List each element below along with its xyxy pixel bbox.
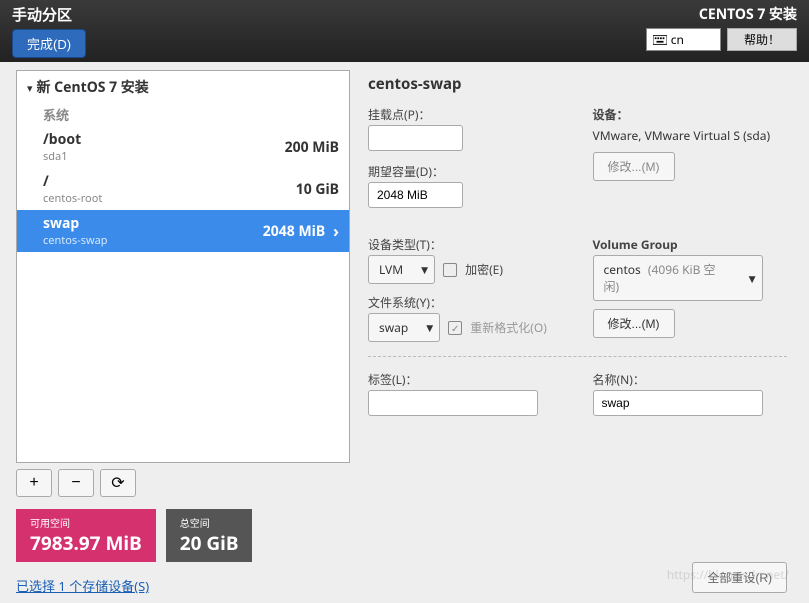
- language-code: cn: [671, 31, 684, 48]
- partition-name: /: [43, 172, 296, 191]
- tree-section-system: 系统: [17, 103, 349, 126]
- mount-point-input[interactable]: [368, 125, 463, 151]
- language-selector[interactable]: cn: [646, 28, 721, 51]
- chevron-down-icon: ▼: [421, 263, 428, 276]
- mount-point-label: 挂载点(P)：: [368, 106, 563, 123]
- tag-group: 标签(L)：: [368, 371, 563, 416]
- reformat-label: 重新格式化(O): [470, 319, 547, 336]
- partition-info: / centos-root: [43, 172, 296, 206]
- right-panel: centos-swap 挂载点(P)： 期望容量(D)： 设备： VMware,…: [358, 62, 809, 603]
- done-button[interactable]: 完成(D): [12, 29, 86, 58]
- partition-row-swap[interactable]: swap centos-swap 2048 MiB ›: [17, 210, 349, 252]
- header-left: 手动分区 完成(D): [12, 4, 86, 62]
- tag-label: 标签(L)：: [368, 371, 563, 388]
- filesystem-label: 文件系统(Y)：: [368, 294, 563, 311]
- space-summary: 可用空间 7983.97 MiB 总空间 20 GiB: [16, 509, 350, 562]
- header-right: CENTOS 7 安装 cn 帮助！: [646, 4, 797, 62]
- storage-devices-link[interactable]: 已选择 1 个存储设备(S): [16, 576, 350, 595]
- name-input[interactable]: [593, 390, 763, 416]
- header-controls: cn 帮助！: [646, 28, 797, 51]
- partition-name: swap: [43, 214, 263, 233]
- name-group: 名称(N)：: [593, 371, 788, 416]
- encrypt-checkbox[interactable]: [443, 263, 457, 277]
- partition-name: /boot: [43, 130, 285, 149]
- partition-size: 10 GiB: [296, 180, 339, 199]
- total-space-label: 总空间: [180, 515, 239, 530]
- devtype-group: 设备类型(T)： LVM ▼ 加密(E) 文件系统(Y)： swap ▼: [368, 236, 563, 342]
- volume-group-group: Volume Group centos (4096 KiB 空闲) ▼ 修改..…: [593, 236, 788, 342]
- keyboard-icon: [653, 35, 667, 45]
- tag-input[interactable]: [368, 390, 538, 416]
- devtype-value: LVM: [379, 261, 403, 278]
- reload-partition-button[interactable]: ⟳: [100, 469, 136, 497]
- device-group: 设备： VMware, VMware Virtual S (sda) 修改...…: [593, 106, 788, 208]
- reformat-checkbox[interactable]: [448, 321, 462, 335]
- installer-title: CENTOS 7 安装: [699, 4, 797, 24]
- available-space-value: 7983.97 MiB: [30, 530, 142, 556]
- remove-partition-button[interactable]: −: [58, 469, 94, 497]
- mount-point-group: 挂载点(P)： 期望容量(D)：: [368, 106, 563, 208]
- partition-size: 2048 MiB: [263, 222, 325, 241]
- partition-tree: 新 CentOS 7 安装 系统 /boot sda1 200 MiB / ce…: [16, 70, 350, 463]
- available-space-label: 可用空间: [30, 515, 142, 530]
- name-label: 名称(N)：: [593, 371, 788, 388]
- reset-all-button[interactable]: 全部重设(R): [692, 562, 787, 593]
- partition-device: centos-root: [43, 191, 296, 206]
- detail-grid-bottom: 标签(L)： 名称(N)：: [368, 371, 787, 416]
- header-bar: 手动分区 完成(D) CENTOS 7 安装 cn 帮助！: [0, 0, 809, 62]
- detail-title: centos-swap: [368, 74, 787, 94]
- help-button[interactable]: 帮助！: [727, 28, 797, 51]
- tree-root[interactable]: 新 CentOS 7 安装: [17, 71, 349, 103]
- chevron-down-icon: ▼: [749, 272, 756, 285]
- total-space-value: 20 GiB: [180, 530, 239, 556]
- available-space-box: 可用空间 7983.97 MiB: [16, 509, 156, 562]
- detail-grid-mid: 设备类型(T)： LVM ▼ 加密(E) 文件系统(Y)： swap ▼: [368, 236, 787, 342]
- divider: [368, 356, 787, 357]
- partition-toolbar: + − ⟳: [16, 469, 350, 497]
- chevron-right-icon: ›: [333, 220, 339, 242]
- filesystem-select[interactable]: swap ▼: [368, 313, 440, 342]
- add-partition-button[interactable]: +: [16, 469, 52, 497]
- encrypt-label: 加密(E): [465, 261, 503, 278]
- partition-device: sda1: [43, 149, 285, 164]
- device-value: VMware, VMware Virtual S (sda): [593, 127, 788, 144]
- detail-grid-top: 挂载点(P)： 期望容量(D)： 设备： VMware, VMware Virt…: [368, 106, 787, 208]
- capacity-label: 期望容量(D)：: [368, 163, 563, 180]
- partition-info: swap centos-swap: [43, 214, 263, 248]
- modify-vg-button[interactable]: 修改...(M): [593, 309, 675, 338]
- partition-device: centos-swap: [43, 233, 263, 248]
- left-panel: 新 CentOS 7 安装 系统 /boot sda1 200 MiB / ce…: [0, 62, 358, 603]
- page-title: 手动分区: [12, 4, 86, 25]
- partition-info: /boot sda1: [43, 130, 285, 164]
- capacity-input[interactable]: [368, 182, 463, 208]
- vg-label: Volume Group: [593, 236, 788, 253]
- partition-row-boot[interactable]: /boot sda1 200 MiB: [17, 126, 349, 168]
- modify-device-button[interactable]: 修改...(M): [593, 152, 675, 181]
- main-content: 新 CentOS 7 安装 系统 /boot sda1 200 MiB / ce…: [0, 62, 809, 603]
- vg-select[interactable]: centos (4096 KiB 空闲) ▼: [593, 255, 763, 301]
- vg-value: centos: [604, 261, 641, 278]
- footer-row: 全部重设(R): [368, 562, 787, 593]
- partition-row-root[interactable]: / centos-root 10 GiB: [17, 168, 349, 210]
- partition-size: 200 MiB: [285, 138, 339, 157]
- filesystem-value: swap: [379, 319, 408, 336]
- chevron-down-icon: ▼: [426, 321, 433, 334]
- devtype-label: 设备类型(T)：: [368, 236, 563, 253]
- device-label: 设备：: [593, 106, 788, 123]
- total-space-box: 总空间 20 GiB: [166, 509, 253, 562]
- devtype-select[interactable]: LVM ▼: [368, 255, 435, 284]
